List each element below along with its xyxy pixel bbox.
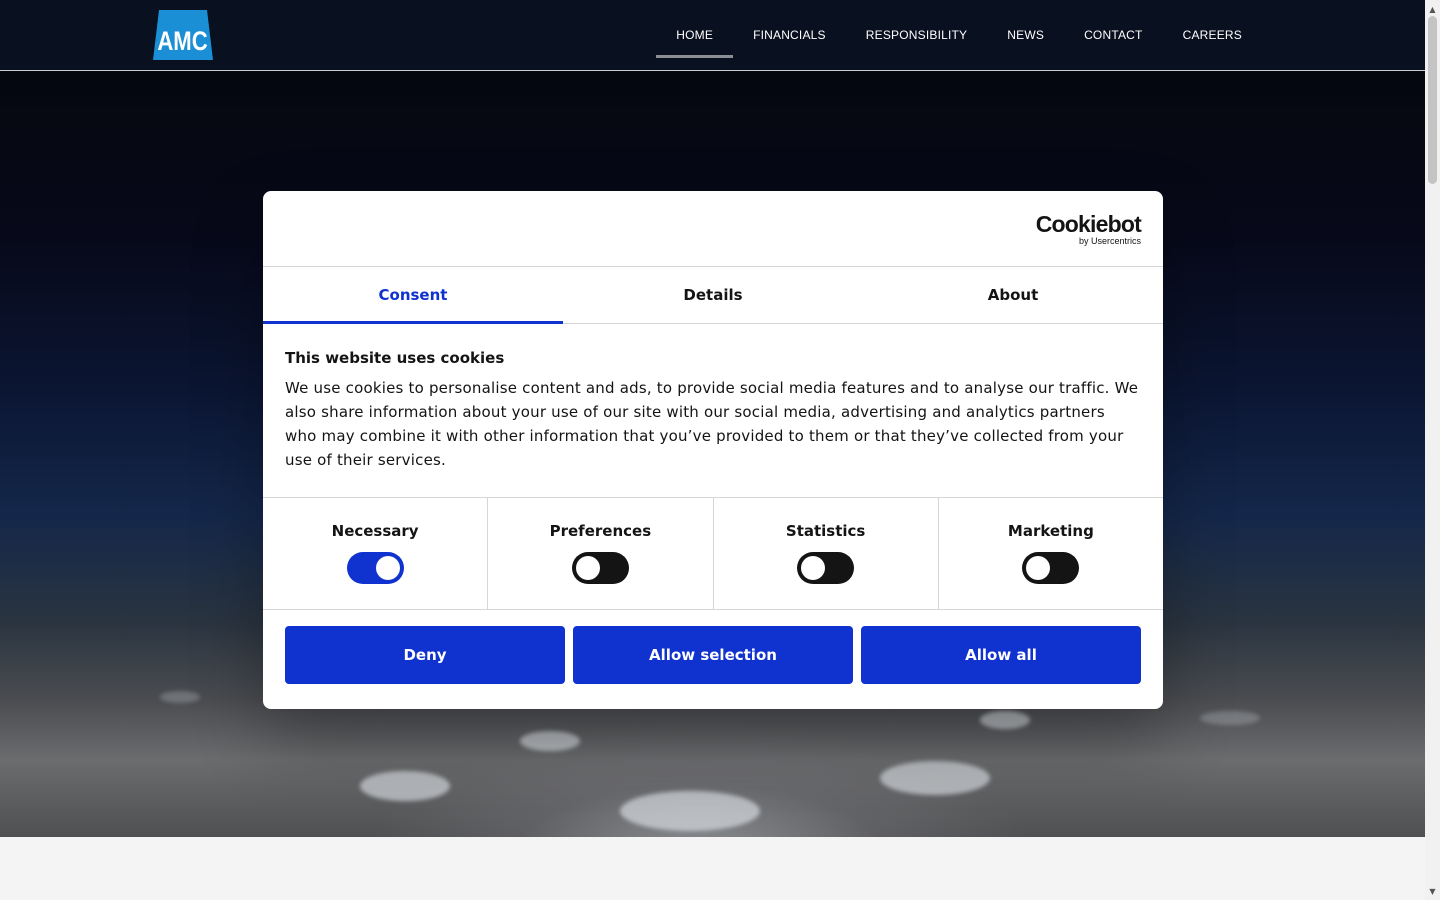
toggle-statistics-group: Statistics: [714, 498, 939, 609]
cookiebot-brand: Cookiebot: [1035, 211, 1142, 237]
nav-contact[interactable]: CONTACT: [1064, 0, 1163, 70]
scroll-down-icon[interactable]: ▼: [1425, 884, 1440, 898]
deny-button[interactable]: Deny: [285, 626, 565, 684]
consent-buttons: Deny Allow selection Allow all: [263, 610, 1163, 684]
nav-financials[interactable]: FINANCIALS: [733, 0, 846, 70]
toggle-knob: [375, 556, 400, 580]
consent-toggles: Necessary Preferences Statistics Marketi…: [263, 498, 1163, 610]
consent-description: We use cookies to personalise content an…: [285, 379, 1139, 469]
amc-logo[interactable]: AMC: [153, 10, 213, 60]
consent-title: This website uses cookies: [285, 349, 505, 367]
allow-all-button[interactable]: Allow all: [861, 626, 1141, 684]
toggle-necessary-switch[interactable]: [346, 552, 404, 584]
nav-careers[interactable]: CAREERS: [1163, 0, 1262, 70]
toggle-necessary-group: Necessary: [263, 498, 489, 609]
page-scrollbar[interactable]: ▲ ▼: [1425, 0, 1440, 900]
scroll-thumb[interactable]: [1428, 16, 1437, 184]
logo-text: AMC: [157, 27, 208, 57]
toggle-preferences-group: Preferences: [488, 498, 714, 609]
scroll-up-icon[interactable]: ▲: [1425, 2, 1440, 16]
tab-about[interactable]: About: [863, 267, 1163, 323]
toggle-marketing-label: Marketing: [1007, 522, 1094, 540]
tab-consent[interactable]: Consent: [263, 267, 563, 324]
nav-home[interactable]: HOME: [656, 0, 733, 70]
cookiebot-logo: Cookiebot by Usercentrics: [1035, 211, 1142, 247]
tab-details[interactable]: Details: [563, 267, 863, 323]
toggle-preferences-switch[interactable]: [571, 552, 629, 584]
toggle-necessary-label: Necessary: [331, 522, 419, 540]
toggle-marketing-switch[interactable]: [1022, 552, 1080, 584]
cookie-consent-dialog: Cookiebot by Usercentrics Consent Detail…: [263, 191, 1163, 709]
content-area: [0, 837, 1425, 900]
dialog-tabs: Consent Details About: [263, 267, 1163, 324]
toggle-knob: [575, 556, 600, 580]
main-nav: HOME FINANCIALS RESPONSIBILITY NEWS CONT…: [656, 0, 1262, 70]
toggle-knob: [1026, 556, 1051, 580]
toggle-statistics-switch[interactable]: [797, 552, 855, 584]
nav-news[interactable]: NEWS: [987, 0, 1064, 70]
dialog-header: Cookiebot by Usercentrics: [263, 191, 1163, 267]
allow-selection-button[interactable]: Allow selection: [573, 626, 853, 684]
cookiebot-tagline: by Usercentrics: [1078, 236, 1141, 246]
toggle-statistics-label: Statistics: [785, 522, 866, 540]
toggle-preferences-label: Preferences: [549, 522, 652, 540]
site-header: AMC HOME FINANCIALS RESPONSIBILITY NEWS …: [0, 0, 1425, 71]
nav-responsibility[interactable]: RESPONSIBILITY: [846, 0, 988, 70]
consent-body: This website uses cookies We use cookies…: [263, 324, 1163, 498]
toggle-knob: [801, 556, 826, 580]
toggle-marketing-group: Marketing: [939, 498, 1163, 609]
